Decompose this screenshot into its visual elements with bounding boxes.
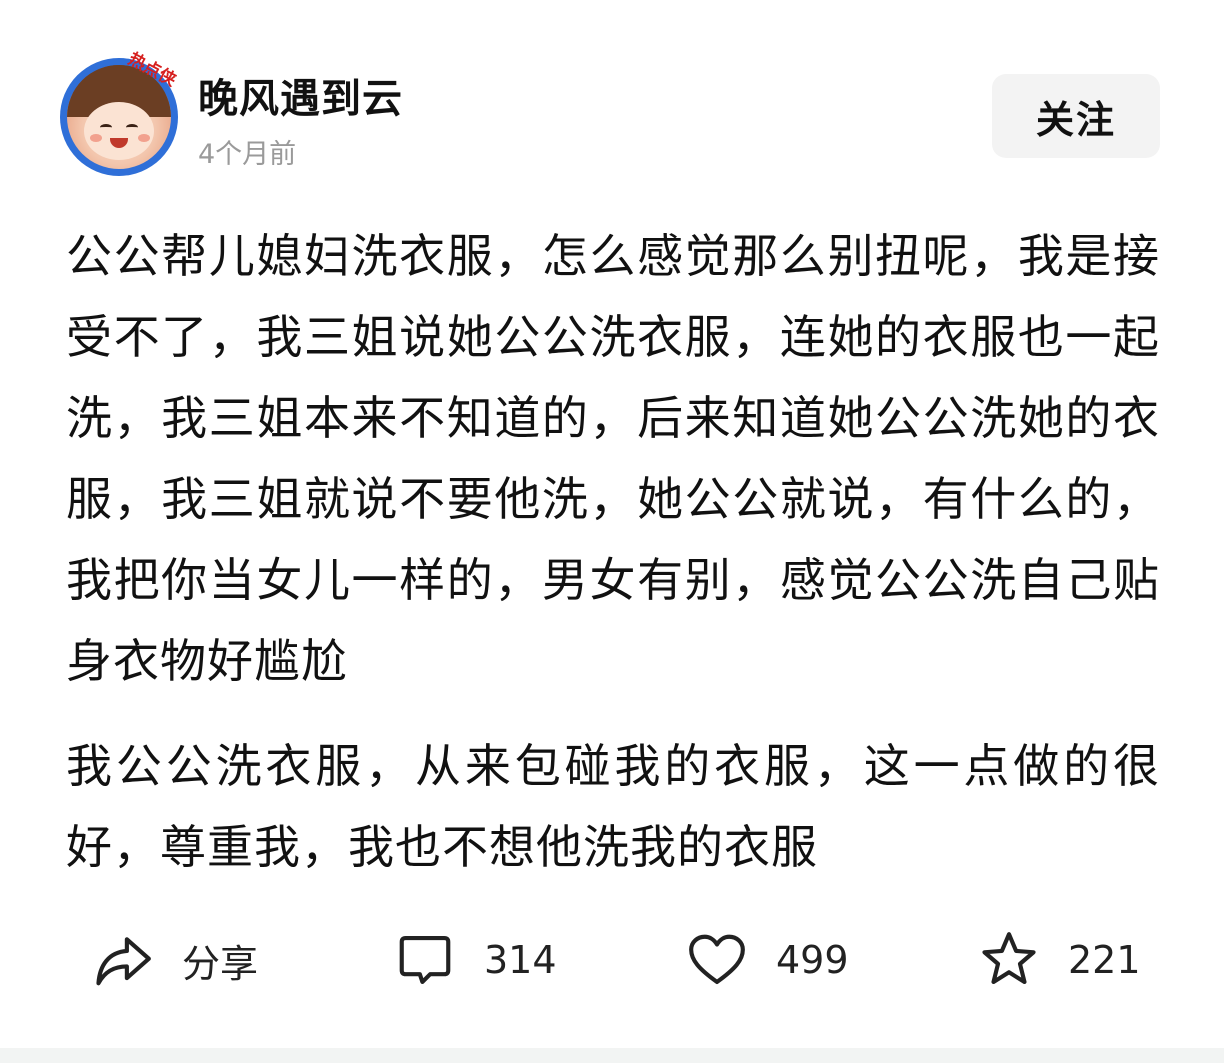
like-count: 499 [776, 938, 849, 982]
follow-button[interactable]: 关注 [992, 74, 1160, 158]
comment-button[interactable]: 314 [394, 920, 557, 1000]
favorite-button[interactable]: 221 [978, 920, 1141, 1000]
comment-icon [399, 935, 451, 985]
share-button[interactable]: 分享 [92, 920, 258, 1000]
author-name[interactable]: 晚风遇到云 [198, 66, 403, 124]
post-header: 热点侠 晚风遇到云 4个月前 关注 [60, 49, 1160, 178]
share-icon [96, 937, 151, 986]
post-paragraph-2: 我公公洗衣服，从来包碰我的衣服，这一点做的很好，尊重我，我也不想他洗我的衣服 [66, 739, 1160, 874]
favorite-count: 221 [1068, 938, 1141, 982]
action-bar: 分享 314 499 221 [0, 920, 1224, 1000]
post-paragraph-1: 公公帮儿媳妇洗衣服，怎么感觉那么别扭呢，我是接受不了，我三姐说她公公洗衣服，连她… [66, 229, 1160, 688]
heart-icon [689, 934, 745, 985]
star-icon [982, 932, 1036, 985]
post-content: 公公帮儿媳妇洗衣服，怎么感觉那么别扭呢，我是接受不了，我三姐说她公公洗衣服，连她… [66, 216, 1160, 888]
bottom-divider [0, 1048, 1224, 1063]
share-label: 分享 [182, 941, 259, 986]
like-button[interactable]: 499 [686, 920, 849, 1000]
post-time: 4个月前 [198, 139, 297, 170]
comment-count: 314 [484, 938, 557, 982]
